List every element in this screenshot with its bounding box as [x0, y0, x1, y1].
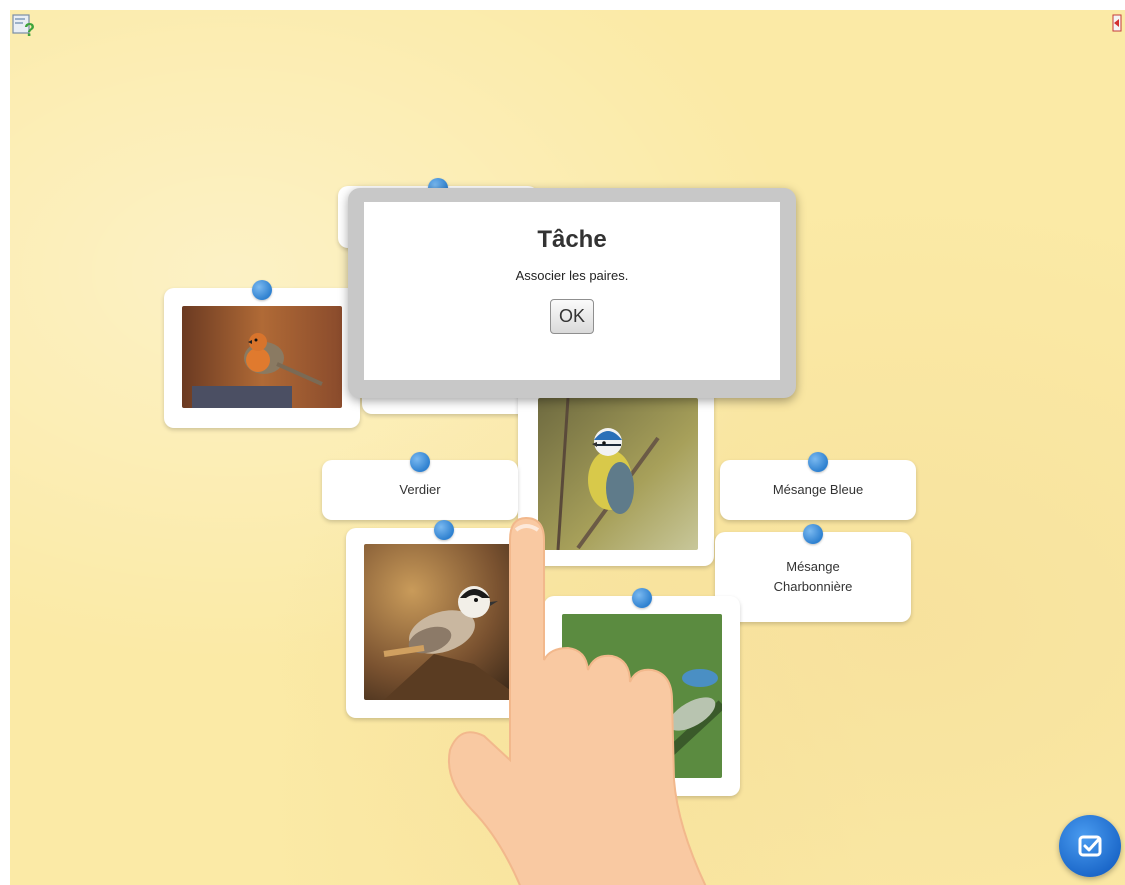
- check-answers-button[interactable]: [1059, 815, 1121, 877]
- pointing-hand: [448, 516, 707, 885]
- connection-pin[interactable]: [252, 280, 272, 300]
- card-label-line1: Mésange: [786, 559, 840, 574]
- connection-pin[interactable]: [808, 452, 828, 472]
- task-dialog-panel: Tâche Associer les paires. OK: [364, 202, 780, 380]
- card-text-mesange-bleue[interactable]: Mésange Bleue: [720, 452, 916, 520]
- card-label: Verdier: [399, 482, 441, 497]
- help-icon[interactable]: ?: [12, 12, 38, 38]
- task-dialog: Tâche Associer les paires. OK: [348, 188, 796, 398]
- svg-text:?: ?: [24, 20, 35, 38]
- ok-button[interactable]: OK: [549, 299, 594, 334]
- card-photo-robin[interactable]: [164, 280, 360, 428]
- connection-pin[interactable]: [803, 524, 823, 544]
- card-text-mesange-charbonniere[interactable]: Mésange Charbonnière: [715, 524, 911, 622]
- check-icon: [1078, 835, 1102, 857]
- card-label-line2: Charbonnière: [773, 579, 853, 594]
- card-label: Mésange Bleue: [772, 482, 864, 497]
- robin-photo: [182, 306, 342, 408]
- dialog-title: Tâche: [537, 226, 607, 253]
- dialog-message: Associer les paires.: [515, 268, 629, 283]
- connection-pin[interactable]: [410, 452, 430, 472]
- game-board: ? Verdier Mésange Bleue Mésange Charbonn…: [10, 10, 1125, 885]
- exit-icon[interactable]: [1111, 14, 1123, 32]
